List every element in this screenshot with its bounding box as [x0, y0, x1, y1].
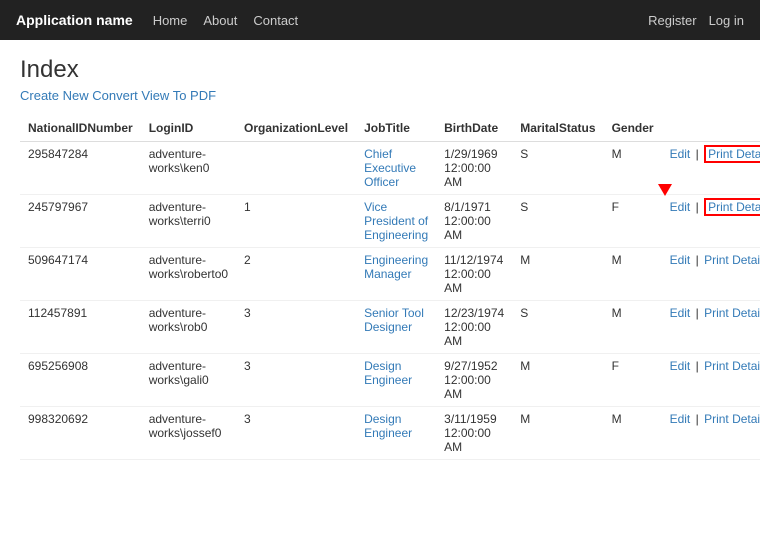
cell-actions: Edit | Print Details View To PDF | Delet…: [662, 301, 760, 354]
cell-job-title: Senior Tool Designer: [356, 301, 436, 354]
col-org-level: OrganizationLevel: [236, 115, 356, 142]
separator: |: [692, 359, 702, 373]
cell-marital-status: S: [512, 195, 603, 248]
edit-link[interactable]: Edit: [670, 253, 691, 267]
login-link[interactable]: Log in: [709, 13, 744, 28]
nav-home[interactable]: Home: [153, 13, 188, 28]
cell-org-level: 2: [236, 248, 356, 301]
separator: |: [692, 253, 702, 267]
col-birth-date: BirthDate: [436, 115, 512, 142]
table-header-row: NationalIDNumber LoginID OrganizationLev…: [20, 115, 760, 142]
separator: |: [692, 306, 702, 320]
cell-national-id: 295847284: [20, 142, 141, 195]
cell-birth-date: 12/23/1974 12:00:00 AM: [436, 301, 512, 354]
cell-org-level: 3: [236, 407, 356, 460]
col-actions: [662, 115, 760, 142]
cell-login-id: adventure-works\gali0: [141, 354, 236, 407]
cell-org-level: [236, 142, 356, 195]
cell-gender: F: [604, 195, 662, 248]
edit-link[interactable]: Edit: [670, 147, 691, 161]
cell-actions: Edit | Print Details View To PDF | Delet…: [662, 354, 760, 407]
cell-job-title: Engineering Manager: [356, 248, 436, 301]
cell-login-id: adventure-works\ken0: [141, 142, 236, 195]
col-job-title: JobTitle: [356, 115, 436, 142]
cell-actions: Edit | Print Details View To PDF | Delet…: [662, 248, 760, 301]
cell-job-title: Design Engineer: [356, 407, 436, 460]
cell-job-title: Design Engineer: [356, 354, 436, 407]
separator: |: [692, 147, 702, 161]
edit-link[interactable]: Edit: [670, 412, 691, 426]
cell-gender: F: [604, 354, 662, 407]
nav-links: Home About Contact: [153, 13, 648, 28]
table-row: 509647174adventure-works\roberto02Engine…: [20, 248, 760, 301]
employees-table: NationalIDNumber LoginID OrganizationLev…: [20, 115, 760, 460]
cell-login-id: adventure-works\terri0: [141, 195, 236, 248]
cell-org-level: 3: [236, 301, 356, 354]
main-content: Index Create New Convert View To PDF Nat…: [0, 40, 760, 476]
edit-link[interactable]: Edit: [670, 359, 691, 373]
col-marital-status: MaritalStatus: [512, 115, 603, 142]
cell-gender: M: [604, 407, 662, 460]
print-details-link[interactable]: Print Details: [704, 359, 760, 373]
cell-actions: Edit | Print Details View To PDF | Delet…: [662, 142, 760, 195]
cell-birth-date: 3/11/1959 12:00:00 AM: [436, 407, 512, 460]
cell-gender: M: [604, 301, 662, 354]
table-row: 295847284adventure-works\ken0 Chief Execu…: [20, 142, 760, 195]
print-details-link[interactable]: Print Details: [704, 412, 760, 426]
arrow-indicator: [658, 184, 672, 196]
nav-about[interactable]: About: [203, 13, 237, 28]
cell-login-id: adventure-works\rob0: [141, 301, 236, 354]
print-details-link[interactable]: Print Details: [704, 198, 760, 216]
nav-contact[interactable]: Contact: [253, 13, 298, 28]
cell-org-level: 1: [236, 195, 356, 248]
cell-marital-status: M: [512, 248, 603, 301]
cell-birth-date: 8/1/1971 12:00:00 AM: [436, 195, 512, 248]
separator: |: [692, 412, 702, 426]
print-details-link[interactable]: Print Details: [704, 145, 760, 163]
cell-marital-status: M: [512, 354, 603, 407]
print-details-link[interactable]: Print Details: [704, 306, 760, 320]
table-row: 245797967adventure-works\terri01Vice Pre…: [20, 195, 760, 248]
cell-login-id: adventure-works\jossef0: [141, 407, 236, 460]
cell-national-id: 998320692: [20, 407, 141, 460]
col-national-id: NationalIDNumber: [20, 115, 141, 142]
table-row: 998320692adventure-works\jossef03Design …: [20, 407, 760, 460]
cell-national-id: 695256908: [20, 354, 141, 407]
cell-marital-status: S: [512, 142, 603, 195]
page-title: Index: [20, 56, 740, 84]
auth-links: Register Log in: [648, 13, 744, 28]
edit-link[interactable]: Edit: [670, 200, 691, 214]
cell-actions: Edit | Print Details View To PDF | Delet…: [662, 407, 760, 460]
table-row: 695256908adventure-works\gali03Design En…: [20, 354, 760, 407]
cell-birth-date: 1/29/1969 12:00:00 AM: [436, 142, 512, 195]
print-details-link[interactable]: Print Details: [704, 253, 760, 267]
cell-org-level: 3: [236, 354, 356, 407]
cell-national-id: 245797967: [20, 195, 141, 248]
cell-national-id: 509647174: [20, 248, 141, 301]
create-new-link[interactable]: Create New Convert View To PDF: [20, 88, 216, 103]
table-row: 112457891adventure-works\rob03Senior Too…: [20, 301, 760, 354]
cell-job-title: Chief Executive Officer: [356, 142, 436, 195]
cell-actions: Edit | Print Details View To PDF | Delet…: [662, 195, 760, 248]
col-gender: Gender: [604, 115, 662, 142]
cell-gender: M: [604, 142, 662, 195]
app-brand: Application name: [16, 12, 133, 28]
cell-login-id: adventure-works\roberto0: [141, 248, 236, 301]
navbar: Application name Home About Contact Regi…: [0, 0, 760, 40]
separator: |: [692, 200, 702, 214]
cell-gender: M: [604, 248, 662, 301]
cell-marital-status: S: [512, 301, 603, 354]
cell-job-title: Vice President of Engineering: [356, 195, 436, 248]
register-link[interactable]: Register: [648, 13, 696, 28]
col-login-id: LoginID: [141, 115, 236, 142]
cell-birth-date: 11/12/1974 12:00:00 AM: [436, 248, 512, 301]
cell-marital-status: M: [512, 407, 603, 460]
cell-birth-date: 9/27/1952 12:00:00 AM: [436, 354, 512, 407]
edit-link[interactable]: Edit: [670, 306, 691, 320]
cell-national-id: 112457891: [20, 301, 141, 354]
